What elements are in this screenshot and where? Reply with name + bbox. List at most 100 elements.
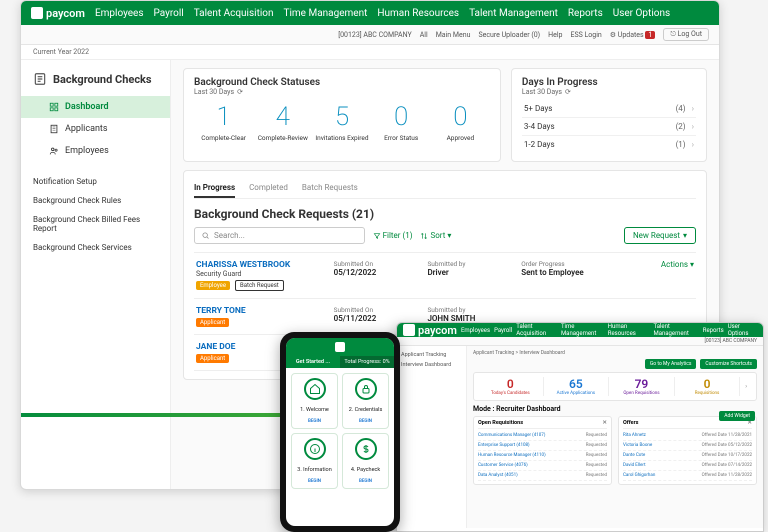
refresh-icon[interactable]: ⟳ [565, 88, 571, 96]
nav-human-resources[interactable]: Human Resources [377, 8, 459, 19]
go-analytics-button[interactable]: Go to My Analytics [645, 359, 697, 369]
lp-side-dashboard[interactable]: Interview Dashboard [401, 360, 462, 370]
metric-open-requisitions[interactable]: 79Open Requisitions [609, 377, 675, 396]
status-card: Background Check Statuses Last 30 Days ⟳… [183, 68, 501, 162]
lp-side-tracking[interactable]: Applicant Tracking [401, 350, 462, 360]
status-card-title: Background Check Statuses [194, 77, 490, 88]
sidebar-item-dashboard[interactable]: Dashboard [21, 96, 170, 118]
tab-in-progress[interactable]: In Progress [194, 179, 235, 198]
brand-logo[interactable]: paycom [403, 324, 457, 337]
nav-reports[interactable]: Reports [568, 8, 603, 19]
laptop-sidebar: Applicant Tracking Interview Dashboard [397, 346, 467, 528]
util-mainmenu[interactable]: Main Menu [436, 31, 471, 39]
status-approved[interactable]: 0Approved [431, 102, 490, 142]
sidebar-item-applicants[interactable]: Applicants [21, 118, 170, 140]
phone-header [286, 338, 394, 356]
list-item[interactable]: Enterprise Support (4108)Requested [478, 441, 607, 451]
metrics-next-icon[interactable]: › [740, 383, 752, 390]
list-item[interactable]: Data Analyst (4051)Requested [478, 471, 607, 481]
tile-paycheck[interactable]: 4. Paycheck BEGIN [342, 433, 389, 489]
lp-nav-hr[interactable]: Human Resources [608, 323, 650, 337]
logo-icon [335, 342, 345, 352]
phone-tabs: Get Started ... Total Progress: 0% [286, 356, 394, 368]
lp-nav-time[interactable]: Time Management [561, 323, 604, 337]
list-item[interactable]: Carol GhigorhanOffered Date 11/28/2022 [623, 471, 752, 481]
laptop-utility-bar: [00123] ABC COMPANY [397, 337, 763, 346]
util-ess-login[interactable]: ESS Login [570, 31, 601, 39]
util-all[interactable]: All [420, 31, 428, 39]
list-item[interactable]: Dante CoteOffered Date 10/17/2022 [623, 451, 752, 461]
sort-button[interactable]: Sort ▾ [420, 231, 451, 240]
search-input[interactable]: Search... [194, 227, 365, 244]
sidebar-link-notification-setup[interactable]: Notification Setup [21, 172, 170, 191]
list-item[interactable]: David EllertOffered Date 07/14/2022 [623, 461, 752, 471]
badge-employee: Employee [196, 281, 230, 290]
status-complete-clear[interactable]: 1Complete-Clear [194, 102, 253, 142]
tile-credentials[interactable]: 2. Credentials BEGIN [342, 373, 389, 429]
home-icon [304, 378, 326, 400]
lp-nav-user[interactable]: User Options [728, 323, 757, 337]
request-name-link[interactable]: CHARISSA WESTBROOK [196, 260, 328, 270]
nav-employees[interactable]: Employees [95, 8, 144, 19]
status-card-subtitle: Last 30 Days ⟳ [194, 88, 490, 96]
metric-todays-candidates[interactable]: 0Today's Candidates [478, 377, 544, 396]
list-item[interactable]: Communications Manager (4107)Requested [478, 431, 607, 441]
add-widget-button[interactable]: Add Widget [719, 411, 755, 421]
status-complete-review[interactable]: 4Complete-Review [253, 102, 312, 142]
panel-offers: Offers✕ Rita AhnetzOffered Date 11/28/20… [618, 416, 757, 485]
lock-icon [355, 378, 377, 400]
status-invitations-expired[interactable]: 5Invitations Expired [312, 102, 371, 142]
metric-requisitions[interactable]: 0Requisitions [675, 377, 741, 396]
nav-payroll[interactable]: Payroll [154, 8, 184, 19]
sidebar-item-employees[interactable]: Employees [21, 140, 170, 162]
lp-nav-employees[interactable]: Employees [461, 327, 490, 334]
updates-link[interactable]: ⚙ Updates 1 [610, 31, 656, 39]
list-item[interactable]: Victoria BooneOffered Date 05/12/2022 [623, 441, 752, 451]
dashboard-icon [49, 102, 59, 112]
nav-talent-acquisition[interactable]: Talent Acquisition [194, 8, 274, 19]
lp-nav-ta[interactable]: Talent Acquisition [516, 323, 557, 337]
days-card-title: Days In Progress [522, 77, 696, 88]
list-item[interactable]: Human Resource Manager (4110)Requested [478, 451, 607, 461]
customize-shortcuts-button[interactable]: Customize Shortcuts [700, 359, 757, 369]
days-row-1-2[interactable]: 1-2 Days(1)› [522, 135, 696, 153]
util-help[interactable]: Help [548, 31, 562, 39]
top-nav: paycom Employees Payroll Talent Acquisit… [21, 1, 719, 25]
phone-tab-progress[interactable]: Total Progress: 0% [340, 356, 394, 368]
phone-screen: Get Started ... Total Progress: 0% 1. We… [286, 338, 394, 526]
nav-time-management[interactable]: Time Management [284, 8, 368, 19]
list-item[interactable]: Customer Service (4076)Requested [478, 461, 607, 471]
lp-nav-reports[interactable]: Reports [703, 327, 724, 334]
close-icon[interactable]: ✕ [602, 420, 607, 426]
tile-welcome[interactable]: 1. Welcome BEGIN [291, 373, 338, 429]
nav-talent-management[interactable]: Talent Management [469, 8, 558, 19]
sidebar-link-bg-rules[interactable]: Background Check Rules [21, 191, 170, 210]
days-row-5plus[interactable]: 5+ Days(4)› [522, 100, 696, 117]
list-item[interactable]: Rita AhnetzOffered Date 11/28/2021 [623, 431, 752, 441]
tile-information[interactable]: 3. Information BEGIN [291, 433, 338, 489]
status-error[interactable]: 0Error Status [372, 102, 431, 142]
request-name-link[interactable]: TERRY TONE [196, 306, 328, 316]
laptop-top-nav: paycom Employees Payroll Talent Acquisit… [397, 323, 763, 337]
lp-nav-tm[interactable]: Talent Management [653, 323, 698, 337]
metric-active-applications[interactable]: 65Active Applications [544, 377, 610, 396]
logout-button[interactable]: ⎋ Log Out [663, 28, 709, 41]
sidebar-link-bg-services[interactable]: Background Check Services [21, 238, 170, 257]
new-request-button[interactable]: New Request ▾ [624, 227, 696, 244]
building-icon [49, 124, 59, 134]
phone-tab-getstarted[interactable]: Get Started ... [286, 356, 340, 368]
lp-nav-payroll[interactable]: Payroll [494, 327, 512, 334]
filter-button[interactable]: Filter (1) [373, 231, 413, 240]
nav-user-options[interactable]: User Options [613, 8, 670, 19]
util-uploader[interactable]: Secure Uploader (0) [478, 31, 540, 39]
company-selector[interactable]: [00123] ABC COMPANY [705, 338, 757, 344]
updates-badge: 1 [645, 31, 655, 39]
company-selector[interactable]: [00123] ABC COMPANY [338, 31, 411, 39]
tab-batch-requests[interactable]: Batch Requests [302, 179, 358, 198]
refresh-icon[interactable]: ⟳ [237, 88, 243, 96]
sidebar-link-billed-fees[interactable]: Background Check Billed Fees Report [21, 210, 170, 238]
brand-logo[interactable]: paycom [31, 7, 85, 20]
days-row-3-4[interactable]: 3-4 Days(2)› [522, 117, 696, 135]
row-actions-menu[interactable]: Actions ▾ [633, 260, 694, 291]
tab-completed[interactable]: Completed [249, 179, 288, 198]
